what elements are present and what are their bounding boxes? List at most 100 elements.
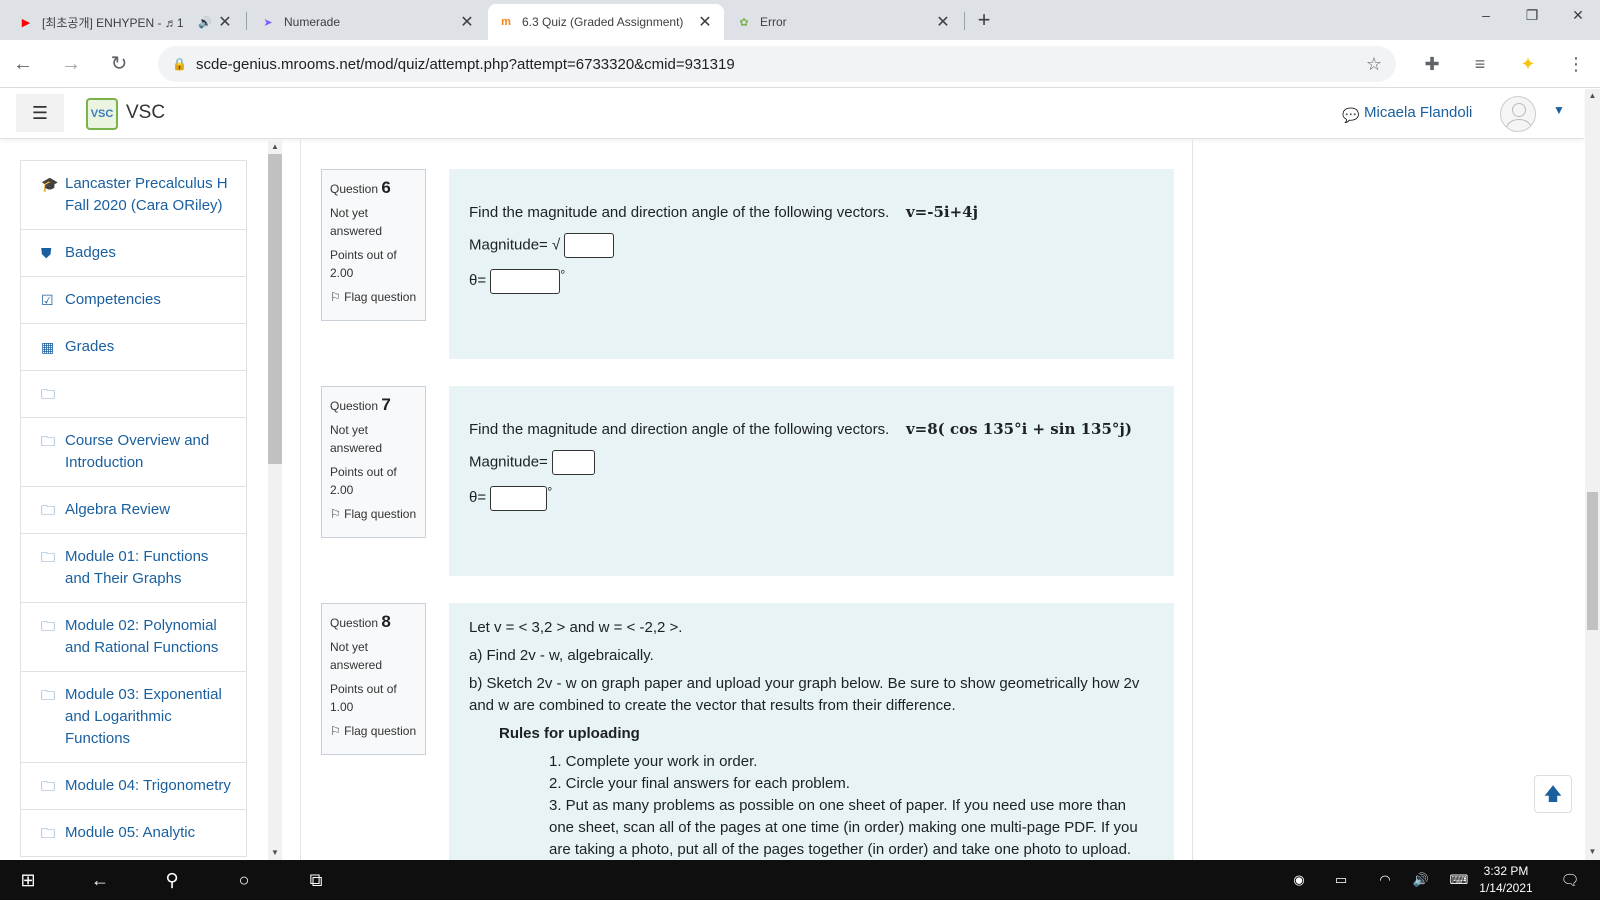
tab-error[interactable]: ✿ Error ✕ [726, 4, 962, 40]
cortana-icon[interactable]: ○ [224, 860, 264, 900]
vector-expression: v=-5i+4j [905, 203, 979, 221]
sidebar-item-overview[interactable]: 🗀 Course Overview and Introduction [20, 418, 247, 487]
address-bar[interactable]: 🔒 scde-genius.mrooms.net/mod/quiz/attemp… [158, 46, 1396, 82]
task-view-icon[interactable]: ⧉ [296, 860, 336, 900]
back-button[interactable]: ← [9, 50, 37, 78]
bookmark-star-icon[interactable]: ☆ [1366, 54, 1382, 75]
close-tab-icon[interactable]: ✕ [458, 12, 476, 32]
rule-item: 1. Complete your work in order. [549, 753, 758, 770]
magnitude-answer-input[interactable] [564, 233, 615, 258]
sidebar-item-module-02[interactable]: 🗀 Module 02: Polynomial and Rational Fun… [20, 603, 247, 672]
flag-question-link[interactable]: ⚐ Flag question [330, 288, 417, 306]
site-name[interactable]: VSC [126, 102, 165, 124]
message-bubble-icon[interactable]: 💬 [1342, 107, 1359, 124]
system-clock[interactable]: 3:32 PM 1/14/2021 [1472, 863, 1540, 897]
forward-button[interactable]: → [57, 50, 85, 78]
sidebar-item-label: Module 04: Trigonometry [65, 777, 231, 794]
keyboard-icon[interactable]: ⌨ [1446, 860, 1472, 900]
sidebar-scrollbar[interactable]: ▲ ▼ [268, 140, 282, 860]
battery-icon[interactable]: ▭ [1326, 860, 1356, 900]
camera-icon[interactable]: ◉ [1286, 860, 1312, 900]
scroll-up-icon[interactable]: ▲ [268, 142, 282, 151]
site-logo[interactable]: VSC [86, 98, 118, 130]
back-arrow-icon[interactable]: ← [80, 860, 120, 900]
close-window-button[interactable]: ✕ [1555, 0, 1600, 30]
scroll-up-icon[interactable]: ▲ [1585, 91, 1600, 100]
tab-title: Numerade [284, 15, 341, 29]
sparkle-extension-icon[interactable]: ✦ [1516, 52, 1540, 76]
rules-heading: Rules for uploading [499, 725, 640, 742]
new-tab-button[interactable]: + [970, 6, 998, 34]
sidebar-item-module-01[interactable]: 🗀 Module 01: Functions and Their Graphs [20, 534, 247, 603]
theta-answer-input[interactable] [490, 485, 548, 511]
speaker-icon[interactable]: 🔊 [198, 16, 212, 29]
sidebar-item-module-04[interactable]: 🗀 Module 04: Trigonometry [20, 763, 247, 810]
restore-button[interactable]: ❐ [1509, 0, 1555, 30]
wifi-icon[interactable]: ◠ [1372, 860, 1398, 900]
search-icon[interactable]: ⚲ [152, 860, 192, 900]
checkbox-icon: ☑ [41, 292, 54, 308]
magnitude-label: Magnitude= √ [469, 236, 561, 254]
magnitude-answer-input[interactable] [551, 450, 595, 475]
extensions-puzzle-icon[interactable]: ✚ [1420, 52, 1444, 76]
browser-menu-icon[interactable]: ⋮ [1564, 52, 1588, 76]
tab-title: Error [760, 15, 787, 29]
sidebar-item-label: Module 05: Analytic [65, 824, 196, 841]
scroll-down-icon[interactable]: ▼ [1585, 847, 1600, 856]
minimize-button[interactable]: – [1463, 0, 1509, 30]
notification-icon[interactable]: 🗨 [1550, 860, 1590, 900]
user-name[interactable]: Micaela Flandoli [1364, 104, 1472, 121]
scroll-down-icon[interactable]: ▼ [268, 848, 282, 857]
sidebar-item-competencies[interactable]: ☑ Competencies [20, 277, 247, 324]
tab-title: [최초공개] ENHYPEN - ♬1 [42, 15, 184, 30]
sidebar-item-module-03[interactable]: 🗀 Module 03: Exponential and Logarithmic… [20, 672, 247, 763]
flag-question-link[interactable]: ⚐ Flag question [330, 722, 417, 740]
degree-symbol: ° [547, 485, 553, 499]
flag-icon: ⚐ [330, 724, 341, 738]
lock-icon[interactable]: 🔒 [172, 57, 188, 71]
volume-icon[interactable]: 🔊 [1408, 860, 1434, 900]
folder-icon: 🗀 [41, 618, 55, 634]
windows-start-icon[interactable]: ⊞ [8, 860, 48, 900]
question-info-8: Question 8 Not yet answered Points out o… [321, 603, 426, 755]
table-icon: ▦ [41, 339, 55, 355]
shield-icon: ⛊ [41, 245, 52, 261]
back-to-top-button[interactable]: 🡅 [1534, 775, 1572, 813]
page-scrollbar[interactable]: ▲ ▼ [1585, 89, 1600, 860]
scrollbar-thumb[interactable] [268, 154, 282, 464]
theta-answer-input[interactable] [490, 268, 561, 294]
windows-taskbar: ⊞ ← ⚲ ○ ⧉ ◉ ▭ ◠ 🔊 ⌨ 3:32 PM 1/14/2021 🗨 [0, 860, 1600, 900]
url-text: scde-genius.mrooms.net/mod/quiz/attempt.… [196, 55, 735, 73]
sidebar-item-grades[interactable]: ▦ Grades [20, 324, 247, 371]
avatar[interactable] [1500, 96, 1536, 132]
question-points: Points out of 1.00 [330, 682, 397, 714]
sidebar-item-module-05[interactable]: 🗀 Module 05: Analytic [20, 810, 247, 857]
sidebar-item-course[interactable]: 🎓 Lancaster Precalculus H Fall 2020 (Car… [20, 160, 247, 230]
tab-youtube[interactable]: ▶ [최초공개] ENHYPEN - ♬1 🔊 ✕ [8, 4, 244, 40]
theta-row: θ= ° [469, 485, 1154, 511]
magnitude-row: Magnitude= √ [469, 233, 1154, 258]
tab-numerade[interactable]: ➤ Numerade ✕ [250, 4, 486, 40]
flag-question-link[interactable]: ⚐ Flag question [330, 505, 417, 523]
scrollbar-thumb[interactable] [1587, 492, 1598, 630]
tab-quiz[interactable]: m 6.3 Quiz (Graded Assignment) ✕ [488, 4, 724, 40]
drawer-toggle-button[interactable]: ☰ [16, 94, 64, 132]
reload-button[interactable]: ↻ [105, 50, 133, 78]
close-tab-icon[interactable]: ✕ [216, 12, 234, 32]
theta-label: θ= [469, 489, 487, 506]
sidebar-item-badges[interactable]: ⛊ Badges [20, 230, 247, 277]
media-queue-icon[interactable]: ≡ [1468, 52, 1492, 76]
sidebar-item-label: Lancaster Precalculus H Fall 2020 (Cara … [65, 175, 228, 214]
sidebar-item-general[interactable]: 🗀 [20, 371, 247, 418]
clock-date: 1/14/2021 [1479, 881, 1533, 895]
question-status: Not yet answered [330, 206, 383, 238]
question-content-8: Let v = < 3,2 > and w = < -2,2 >. a) Fin… [449, 603, 1174, 860]
chevron-down-icon[interactable]: ▼ [1553, 103, 1565, 117]
rule-item: 2. Circle your final answers for each pr… [549, 775, 850, 792]
browser-toolbar: ← → ↻ 🔒 scde-genius.mrooms.net/mod/quiz/… [0, 40, 1600, 88]
close-tab-icon[interactable]: ✕ [934, 12, 952, 32]
sidebar-item-algebra-review[interactable]: 🗀 Algebra Review [20, 487, 247, 534]
close-tab-icon[interactable]: ✕ [696, 12, 714, 32]
folder-icon: 🗀 [41, 433, 55, 449]
question-prompt: Find the magnitude and direction angle o… [469, 203, 979, 221]
